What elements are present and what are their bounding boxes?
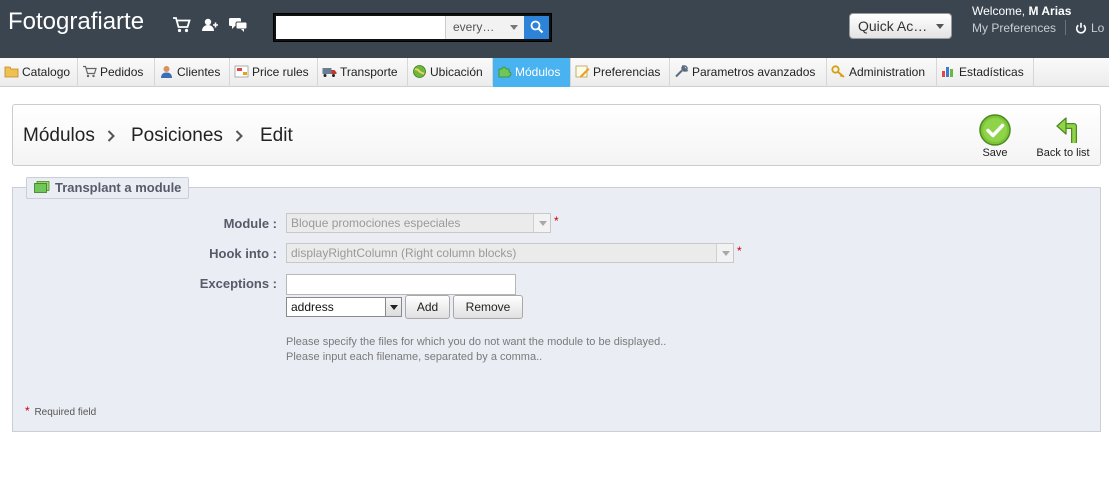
tab-pedidos[interactable]: Pedidos — [78, 58, 155, 87]
tab-label: Administration — [849, 65, 926, 79]
search-input[interactable] — [276, 16, 445, 39]
tab-administration[interactable]: Administration — [827, 58, 937, 87]
tab-clientes[interactable]: Clientes — [155, 58, 230, 87]
chevron-down-icon — [936, 24, 944, 29]
checkmark-icon — [979, 114, 1011, 146]
hook-select-value: displayRightColumn (Right column blocks) — [291, 246, 517, 260]
chevron-down-icon — [533, 214, 550, 232]
cart-icon — [83, 65, 97, 78]
chevron-right-icon — [107, 130, 115, 142]
tab-parametros-avanzados[interactable]: Parametros avanzados — [670, 58, 827, 87]
search-bar: every… — [273, 13, 552, 42]
exceptions-hint-line-1: Please specify the files for which you d… — [286, 336, 667, 348]
save-button[interactable]: Save — [977, 113, 1013, 161]
tab-label: Estadísticas — [959, 65, 1024, 79]
folder-icon — [4, 66, 19, 78]
chevron-right-icon — [235, 130, 243, 142]
tab-label: Módulos — [515, 65, 561, 79]
quick-access-label: Quick Ac… — [858, 18, 928, 34]
tab-label: Price rules — [252, 65, 309, 79]
chevron-down-icon — [510, 25, 518, 30]
required-star: * — [25, 404, 30, 418]
tab-label: Ubicación — [430, 65, 483, 79]
exceptions-input[interactable] — [286, 274, 516, 295]
search-icon — [530, 20, 544, 34]
power-icon — [1075, 22, 1087, 34]
tab-estadisticas[interactable]: Estadísticas — [937, 58, 1034, 87]
page-toolbar: Módulos Posiciones Edit Save Back to lis… — [12, 104, 1101, 166]
puzzle-icon — [498, 66, 512, 78]
quick-access-dropdown[interactable]: Quick Ac… — [849, 13, 952, 39]
fieldset-legend: Transplant a module — [26, 177, 190, 199]
preferences-icon — [575, 65, 590, 78]
tab-catalogo[interactable]: Catalogo — [0, 58, 78, 87]
header-divider — [1065, 20, 1066, 35]
chevron-down-icon — [716, 244, 733, 262]
exception-file-select[interactable]: address — [286, 297, 402, 317]
tab-label: Parametros avanzados — [692, 65, 816, 79]
tab-label: Catalogo — [22, 65, 71, 79]
user-name: M Arias — [1028, 4, 1072, 18]
cart-icon[interactable] — [172, 16, 192, 34]
required-star: * — [554, 214, 559, 228]
truck-icon — [322, 68, 337, 77]
key-icon — [831, 65, 845, 78]
welcome-text: Welcome, M Arias — [972, 4, 1071, 18]
hook-select: displayRightColumn (Right column blocks) — [286, 243, 734, 263]
back-arrow-icon — [1055, 117, 1077, 143]
tab-label: Pedidos — [100, 65, 144, 79]
top-header: Fotografiarte every… Quick Ac… Welcome, … — [0, 0, 1109, 58]
price-rules-icon — [234, 65, 249, 78]
tab-ubicacion[interactable]: Ubicación — [408, 58, 493, 87]
main-menu: Catalogo Pedidos Clientes Price rules Tr… — [0, 58, 1109, 87]
tab-label: Preferencias — [593, 65, 661, 79]
welcome-prefix: Welcome, — [972, 4, 1029, 18]
hook-label: Hook into : — [209, 246, 277, 261]
user-icon — [161, 66, 172, 78]
module-select: Bloque promociones especiales — [286, 213, 551, 233]
breadcrumb-edit: Edit — [260, 125, 293, 146]
exceptions-hint-line-2: Please input each filename, separated by… — [286, 351, 543, 363]
tab-preferencias[interactable]: Preferencias — [571, 58, 670, 87]
module-label: Module : — [223, 216, 277, 231]
tab-label: Clientes — [177, 65, 221, 79]
customers-icon[interactable] — [200, 16, 220, 34]
tab-transporte[interactable]: Transporte — [318, 58, 408, 87]
messages-icon[interactable] — [228, 16, 248, 34]
back-to-list-label: Back to list — [1036, 147, 1090, 159]
module-select-value: Bloque promociones especiales — [291, 216, 461, 230]
globe-icon — [413, 65, 426, 78]
add-exception-button[interactable]: Add — [405, 295, 450, 319]
required-star: * — [737, 244, 742, 258]
tab-label: Transporte — [340, 65, 398, 79]
search-scope-select[interactable]: every… — [445, 16, 524, 39]
required-field-note: * Required field — [25, 404, 96, 418]
logout-link[interactable]: Lo — [1075, 21, 1104, 35]
exception-file-value: address — [291, 300, 334, 314]
search-button[interactable] — [524, 16, 549, 39]
chevron-down-icon — [385, 298, 401, 316]
save-label: Save — [982, 147, 1008, 159]
wrench-icon — [675, 65, 689, 78]
breadcrumb-modulos[interactable]: Módulos — [23, 125, 95, 147]
search-scope-label: every… — [453, 20, 495, 34]
module-icon — [34, 181, 50, 193]
shop-name-link[interactable]: Fotografiarte — [8, 8, 144, 36]
tab-modulos[interactable]: Módulos — [493, 58, 571, 87]
back-to-list-button[interactable]: Back to list — [1035, 113, 1091, 161]
remove-exception-button[interactable]: Remove — [453, 295, 523, 319]
required-note-text: Required field — [34, 407, 97, 418]
stats-icon — [942, 67, 953, 77]
logout-label: Lo — [1091, 21, 1105, 35]
tab-price-rules[interactable]: Price rules — [230, 58, 318, 87]
my-preferences-link[interactable]: My Preferences — [972, 21, 1056, 35]
legend-label: Transplant a module — [55, 180, 182, 195]
exceptions-label: Exceptions : — [199, 276, 277, 291]
breadcrumb-posiciones[interactable]: Posiciones — [131, 125, 223, 147]
